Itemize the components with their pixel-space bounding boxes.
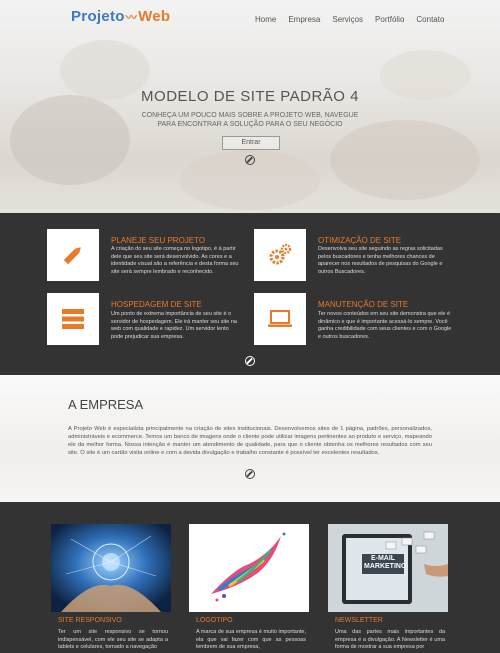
- responsive-site-image[interactable]: [51, 524, 171, 612]
- main-nav: Home Empresa Serviços Portfólio Contato: [255, 15, 444, 24]
- nav-home[interactable]: Home: [255, 15, 276, 24]
- service-text: Desenvolva seu site seguindo as regras s…: [318, 246, 443, 275]
- feature-text: Uma das partes mais importantes da empre…: [335, 629, 445, 650]
- service-card-manutencao[interactable]: [254, 293, 306, 345]
- server-icon: [62, 309, 84, 329]
- empresa-text: A Projeto Web é especialista principalme…: [68, 426, 432, 456]
- newsletter-image[interactable]: E-MAIL MARKETING: [328, 524, 448, 612]
- no-entry-icon: [245, 469, 255, 479]
- logo-wave-icon: 〰: [125, 12, 138, 24]
- nav-contato[interactable]: Contato: [416, 15, 444, 24]
- logo-part1: Projeto: [71, 8, 125, 25]
- service-card-planeje[interactable]: [47, 229, 99, 281]
- laptop-icon: [268, 310, 292, 327]
- hero-title: MODELO DE SITE PADRÃO 4: [141, 88, 359, 105]
- email-label-line1: E-MAIL: [370, 555, 396, 562]
- service-title: OTIMIZAÇÃO DE SITE: [318, 236, 402, 245]
- site-logo[interactable]: Projeto〰Web: [71, 8, 170, 25]
- gears-icon: [269, 243, 292, 265]
- navbar: Projeto〰Web Home Empresa Serviços Portfó…: [0, 0, 500, 36]
- logotipo-image[interactable]: [189, 524, 309, 612]
- feature-title: LOGOTIPO: [196, 617, 233, 624]
- nav-portfolio[interactable]: Portfólio: [375, 15, 404, 24]
- hero-subtitle: CONHEÇA UM POUCO MAIS SOBRE A PROJETO WE…: [141, 112, 359, 128]
- no-entry-icon: [245, 155, 255, 165]
- nav-servicos[interactable]: Serviços: [332, 15, 363, 24]
- nav-empresa[interactable]: Empresa: [288, 15, 320, 24]
- service-title: PLANEJE SEU PROJETO: [111, 236, 206, 245]
- pencil-icon: [63, 247, 81, 265]
- service-text: Ter novos conteúdos em seu site demonstr…: [318, 311, 452, 340]
- feature-title: SITE RESPONSIVO: [58, 617, 122, 624]
- email-marketing-label: E-MAIL MARKETING: [364, 555, 407, 571]
- service-card-hospedagem[interactable]: [47, 293, 99, 345]
- empresa-title: A EMPRESA: [68, 397, 144, 412]
- hero-background-shape: [330, 120, 480, 200]
- service-title: MANUTENÇÃO DE SITE: [318, 300, 409, 309]
- service-text: Um ponto de extrema importância de seu s…: [111, 311, 237, 340]
- network-hands-illustration: [51, 524, 171, 612]
- enter-button[interactable]: Entrar: [222, 136, 280, 150]
- no-entry-icon: [245, 356, 255, 366]
- paint-brush-illustration: [189, 524, 309, 612]
- feature-text: A marca de sua empresa é muito important…: [196, 629, 306, 650]
- service-text: A criação do seu site começa no logotipo…: [111, 246, 239, 275]
- feature-text: Ter um site responsivo se tornou indispe…: [58, 629, 168, 650]
- logo-part2: Web: [138, 8, 171, 25]
- service-card-otimizacao[interactable]: [254, 229, 306, 281]
- hero-background-shape: [10, 95, 130, 185]
- service-title: HOSPEDAGEM DE SITE: [111, 300, 202, 309]
- email-label-line2: MARKETING: [364, 563, 407, 570]
- feature-title: NEWSLETTER: [335, 617, 383, 624]
